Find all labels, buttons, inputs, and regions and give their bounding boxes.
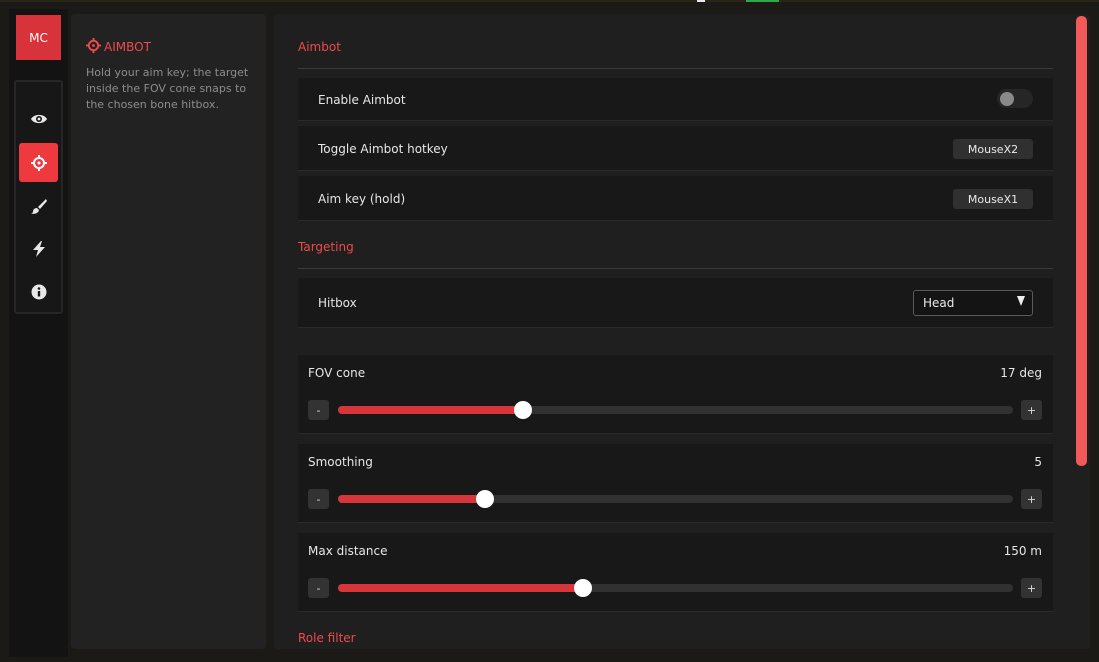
setting-label: Hitbox xyxy=(318,296,357,310)
section-title-role-filter: Role filter xyxy=(298,631,356,645)
slider-label: Smoothing xyxy=(308,455,373,469)
setting-row-toggle-hotkey: Toggle Aimbot hotkey MouseX2 xyxy=(298,126,1053,171)
slider-fill xyxy=(338,406,523,414)
slider-fill xyxy=(338,495,486,503)
description-header: AIMBOT xyxy=(86,38,151,56)
smoothing-slider-thumb[interactable] xyxy=(476,490,495,508)
section-title-targeting: Targeting xyxy=(298,240,354,254)
brush-icon xyxy=(30,198,47,214)
enable-aimbot-toggle[interactable] xyxy=(997,89,1033,108)
setting-row-enable-aimbot: Enable Aimbot xyxy=(298,78,1053,121)
max-distance-decrease-button[interactable]: - xyxy=(308,578,329,598)
setting-label: Toggle Aimbot hotkey xyxy=(318,142,448,156)
slider-label: Max distance xyxy=(308,544,388,558)
setting-label: Enable Aimbot xyxy=(318,93,406,107)
aim-key-button[interactable]: MouseX1 xyxy=(953,189,1033,209)
toggle-knob xyxy=(1000,92,1014,106)
slider-value: 150 m xyxy=(1003,544,1042,558)
section-divider xyxy=(298,268,1053,269)
logo-text: MC xyxy=(29,30,48,45)
hitbox-select[interactable]: Head xyxy=(913,290,1033,316)
slider-value: 5 xyxy=(1034,455,1042,469)
window-top-border xyxy=(0,0,1099,2)
icon-rail: MC xyxy=(9,9,68,657)
app-logo: MC xyxy=(16,15,61,60)
slider-label: FOV cone xyxy=(308,366,366,380)
top-edge-marker xyxy=(697,0,705,2)
slider-card-smoothing: Smoothing 5 - + xyxy=(298,444,1053,523)
max-distance-increase-button[interactable]: + xyxy=(1021,578,1042,598)
section-title-aimbot: Aimbot xyxy=(298,40,341,54)
lightning-icon xyxy=(32,240,46,257)
eye-icon xyxy=(30,113,48,125)
crosshair-icon xyxy=(30,154,47,171)
fov-slider-thumb[interactable] xyxy=(513,401,532,419)
smoothing-slider-track[interactable] xyxy=(338,490,1013,508)
nav-style-button[interactable] xyxy=(19,186,58,225)
fov-slider-track[interactable] xyxy=(338,401,1013,419)
nav-aimbot-button[interactable] xyxy=(19,143,58,182)
top-edge-marker-green xyxy=(746,0,779,2)
fov-increase-button[interactable]: + xyxy=(1021,400,1042,420)
slider-fill xyxy=(338,584,584,592)
nav-misc-button[interactable] xyxy=(19,229,58,268)
setting-row-hitbox: Hitbox Head xyxy=(298,278,1053,328)
toggle-hotkey-button[interactable]: MouseX2 xyxy=(953,139,1033,159)
description-panel: AIMBOT Hold your aim key; the target ins… xyxy=(71,14,266,649)
rail-nav xyxy=(14,80,63,314)
smoothing-decrease-button[interactable]: - xyxy=(308,489,329,509)
fov-decrease-button[interactable]: - xyxy=(308,400,329,420)
crosshair-icon xyxy=(86,38,101,56)
max-distance-slider-thumb[interactable] xyxy=(574,579,593,597)
setting-row-aim-key: Aim key (hold) MouseX1 xyxy=(298,176,1053,221)
slider-value: 17 deg xyxy=(1000,366,1042,380)
section-divider xyxy=(298,68,1053,69)
dropdown-arrow-icon xyxy=(1017,296,1025,306)
slider-card-fov: FOV cone 17 deg - + xyxy=(298,355,1053,434)
max-distance-slider-track[interactable] xyxy=(338,579,1013,597)
setting-label: Aim key (hold) xyxy=(318,192,406,206)
smoothing-increase-button[interactable]: + xyxy=(1021,489,1042,509)
scrollbar[interactable] xyxy=(1076,16,1087,466)
info-icon xyxy=(31,284,47,300)
nav-info-button[interactable] xyxy=(19,272,58,311)
slider-card-max-distance: Max distance 150 m - + xyxy=(298,533,1053,612)
nav-visuals-button[interactable] xyxy=(19,99,58,138)
description-title: AIMBOT xyxy=(104,40,151,54)
description-text: Hold your aim key; the target inside the… xyxy=(86,66,249,111)
hitbox-select-value: Head xyxy=(923,296,955,310)
